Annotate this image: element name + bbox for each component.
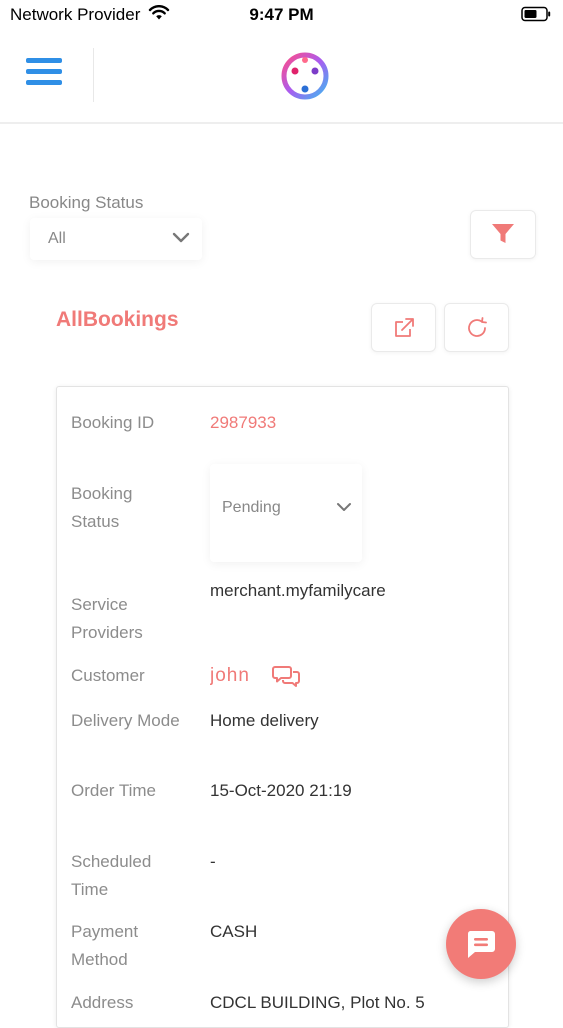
booking-status-value: Pending <box>222 499 281 516</box>
page-title: AllBookings <box>56 308 179 331</box>
scheduled-time-value: - <box>210 852 216 871</box>
clock-time: 9:47 PM <box>249 5 314 24</box>
booking-status-selected: All <box>48 230 66 247</box>
scheduled-time-label: Scheduled Time <box>71 852 152 899</box>
delivery-mode-label: Delivery Mode <box>71 711 180 730</box>
customer-label: Customer <box>71 666 145 685</box>
hamburger-menu-icon[interactable] <box>26 58 62 94</box>
chat-icon[interactable] <box>272 664 300 690</box>
funnel-icon <box>492 224 514 243</box>
service-providers-value: merchant.myfamilycare <box>210 581 386 600</box>
customer-name-link[interactable]: john <box>210 665 250 686</box>
chat-fab-button[interactable] <box>446 909 516 979</box>
address-value: CDCL BUILDING, Plot No. 5 <box>210 993 425 1012</box>
address-label: Address <box>71 993 134 1012</box>
order-time-value: 15-Oct-2020 21:19 <box>210 781 352 800</box>
booking-id-label: Booking ID <box>71 413 155 432</box>
payment-method-label: Payment Method <box>71 922 139 969</box>
delivery-mode-value: Home delivery <box>210 711 319 730</box>
chevron-down-icon <box>172 231 190 249</box>
booking-status-filter-label: Booking Status <box>29 193 144 212</box>
app-header <box>0 30 563 124</box>
status-bar: Network Provider 9:47 PM <box>0 0 563 30</box>
booking-status-dropdown[interactable]: All <box>30 218 202 260</box>
export-button[interactable] <box>371 303 436 352</box>
header-divider <box>93 48 94 102</box>
battery-icon <box>521 6 551 27</box>
booking-id-value: 2987933 <box>210 413 277 432</box>
service-providers-label: Service Providers <box>71 595 143 642</box>
app-logo-icon[interactable] <box>278 49 332 103</box>
filter-button[interactable] <box>470 210 536 259</box>
booking-card: Booking ID 2987933 Booking Status Pendin… <box>56 386 509 1028</box>
chevron-down-icon <box>336 500 352 518</box>
booking-status-label: Booking Status <box>71 484 133 531</box>
external-link-icon <box>395 318 414 337</box>
booking-status-select[interactable]: Pending <box>210 464 362 562</box>
customer-value: john <box>210 662 500 690</box>
refresh-button[interactable] <box>444 303 509 352</box>
chat-bubble-icon <box>467 931 495 958</box>
order-time-label: Order Time <box>71 781 157 800</box>
refresh-icon <box>468 317 487 337</box>
